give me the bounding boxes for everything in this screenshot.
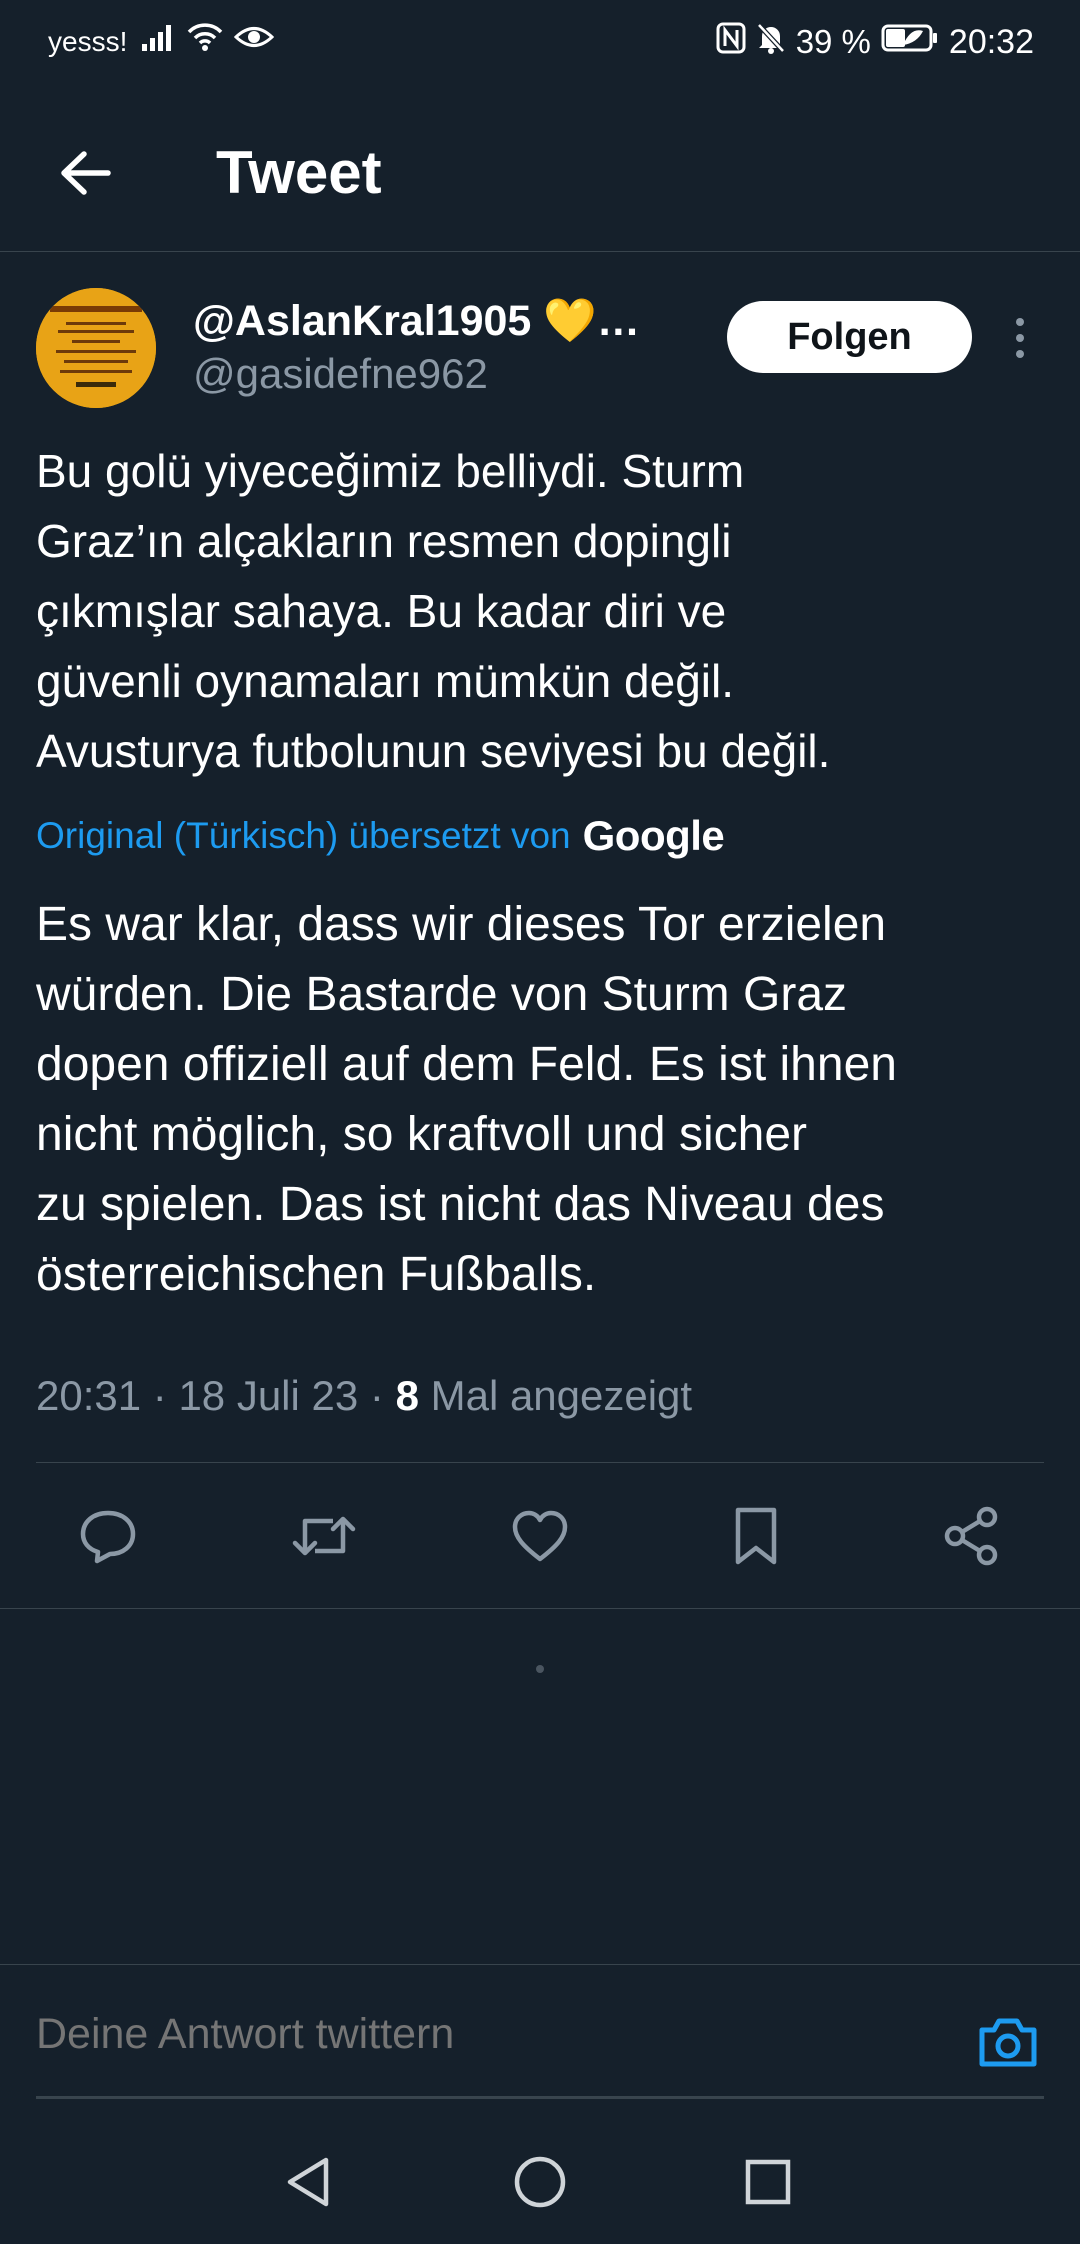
signal-icon xyxy=(140,22,176,57)
more-options-button[interactable] xyxy=(1002,310,1038,366)
battery-icon xyxy=(881,23,939,61)
eye-icon xyxy=(233,22,275,57)
arrow-left-icon xyxy=(61,151,111,195)
nfc-icon xyxy=(716,22,746,62)
tweet-date[interactable]: 18 Juli 23 xyxy=(178,1372,358,1419)
retweet-icon xyxy=(292,1516,356,1556)
nav-recents-button[interactable] xyxy=(728,2142,808,2222)
like-button[interactable] xyxy=(492,1488,588,1584)
tweet-text: Bu golü yiyeceğimiz belliydi. Sturm Graz… xyxy=(36,445,831,777)
reply-icon xyxy=(80,1510,136,1564)
reply-button[interactable] xyxy=(60,1488,156,1584)
views-count: 8 xyxy=(395,1372,419,1419)
divider xyxy=(36,1462,1044,1463)
mute-bell-icon xyxy=(756,22,786,62)
like-icon xyxy=(512,1510,568,1562)
divider xyxy=(0,1608,1080,1609)
translation-label[interactable]: Original (Türkisch) übersetzt von xyxy=(36,815,571,857)
nav-back-button[interactable] xyxy=(270,2142,350,2222)
back-button[interactable] xyxy=(50,138,120,208)
tweet-meta: 20:31 · 18 Juli 23 · 8 Mal angezeigt xyxy=(36,1372,693,1419)
app-header: Tweet xyxy=(0,90,1080,252)
carrier-label: yesss! xyxy=(48,26,128,57)
views-label: Mal angezeigt xyxy=(430,1372,693,1419)
bookmark-button[interactable] xyxy=(708,1488,804,1584)
translation-attribution[interactable]: Original (Türkisch) übersetzt von Google xyxy=(36,812,725,860)
author-handle[interactable]: @gasidefne962 xyxy=(193,350,488,398)
divider xyxy=(0,1964,1080,1965)
reply-input-underline xyxy=(36,2096,1044,2099)
tweet-time[interactable]: 20:31 xyxy=(36,1372,141,1419)
retweet-button[interactable] xyxy=(276,1488,372,1584)
reply-input[interactable] xyxy=(36,2010,936,2059)
battery-percent: 39 % xyxy=(795,23,871,60)
status-bar: yesss! 39 % 20:32 xyxy=(0,0,1080,90)
system-nav-bar xyxy=(0,2120,1080,2244)
google-logo: Google xyxy=(582,812,725,859)
author-name[interactable]: @AslanKral1905 💛… xyxy=(193,296,640,346)
camera-button[interactable] xyxy=(972,2006,1044,2078)
camera-icon xyxy=(979,2018,1037,2067)
nav-home-button[interactable] xyxy=(500,2142,580,2222)
wifi-icon xyxy=(186,22,224,57)
clock: 20:32 xyxy=(948,22,1034,61)
circle-home-icon xyxy=(514,2156,566,2208)
avatar[interactable] xyxy=(36,288,156,408)
square-recents-icon xyxy=(745,2159,791,2205)
triangle-back-icon xyxy=(287,2157,329,2207)
translated-text: Es war klar, dass wir dieses Tor erziele… xyxy=(36,898,897,1301)
more-dot-icon xyxy=(1016,318,1024,326)
tweet-actions xyxy=(0,1488,1080,1584)
share-button[interactable] xyxy=(924,1488,1020,1584)
page-title: Tweet xyxy=(216,139,382,206)
follow-button[interactable]: Folgen xyxy=(727,301,972,373)
share-icon xyxy=(944,1506,998,1566)
bookmark-icon xyxy=(735,1507,777,1565)
loading-indicator xyxy=(536,1665,544,1673)
